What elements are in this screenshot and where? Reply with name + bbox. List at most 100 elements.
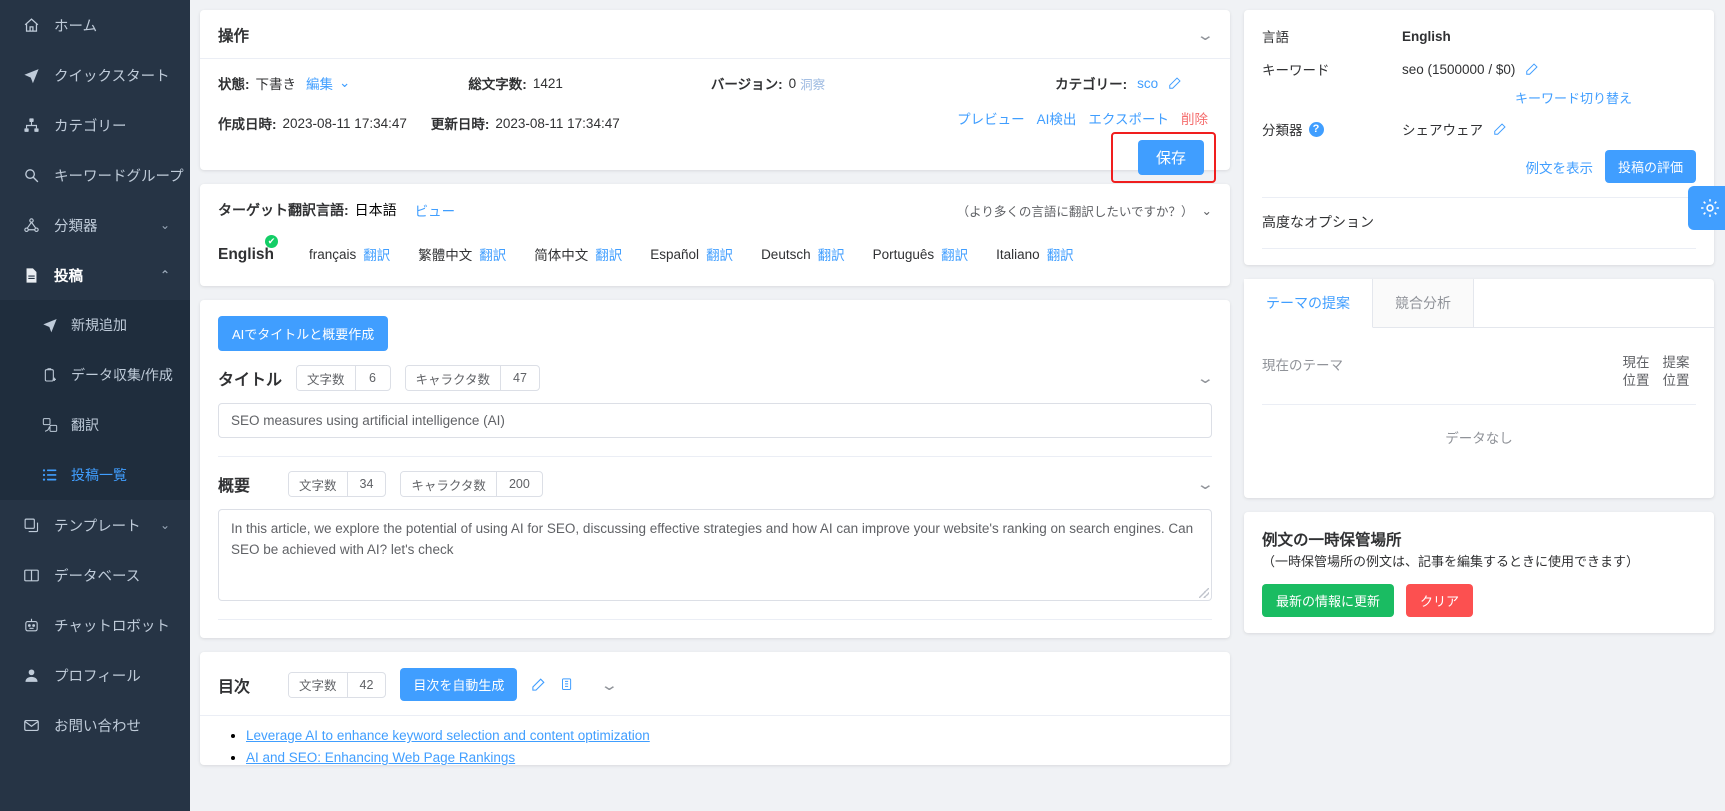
pencil-icon[interactable] xyxy=(1168,76,1182,90)
help-icon[interactable]: ? xyxy=(1308,121,1324,137)
toc-header: 目次 文字数 42 目次を自動生成 ⌄ xyxy=(200,652,1230,716)
char-count-label: 総文字数: xyxy=(468,77,527,92)
sidebar-item-translate[interactable]: 翻訳 xyxy=(0,400,190,450)
more-languages-toggle[interactable]: （より多くの言語に翻訳したいですか？） ⌄ xyxy=(957,201,1212,220)
sidebar-item-label: キーワードグループ xyxy=(54,168,184,185)
chevron-down-icon[interactable]: ⌄ xyxy=(1196,475,1215,493)
category-value[interactable]: sco xyxy=(1137,76,1158,91)
sidebar-item-data-collection[interactable]: データ収集/作成 xyxy=(0,350,190,400)
sidebar-subitem-label: 新規追加 xyxy=(71,317,127,333)
delete-link[interactable]: 削除 xyxy=(1181,108,1208,128)
keyword-switch-row: キーワード切り替え xyxy=(1262,88,1696,107)
sidebar-item-home[interactable]: ホーム xyxy=(0,0,190,50)
sidebar-item-label: チャットロボット xyxy=(54,618,170,635)
translate-link[interactable]: 翻訳 xyxy=(595,244,622,264)
show-examples-link[interactable]: 例文を表示 xyxy=(1525,157,1593,177)
language-row: 言語 English xyxy=(1262,26,1696,46)
ai-detect-link[interactable]: AI検出 xyxy=(1037,108,1077,128)
copy-icon[interactable] xyxy=(560,677,575,692)
operation-meta-row: 状態: 下書き 編集 ⌄ 総文字数: 1421 バージョン: 0 洞察 カテゴリ… xyxy=(200,59,1230,93)
category-label: カテゴリー: xyxy=(1055,77,1128,92)
document-icon xyxy=(20,267,42,284)
language-chip-portugues: Português 翻訳 xyxy=(873,244,969,264)
sidebar-item-label: プロフィール xyxy=(54,668,141,685)
tab-theme-suggestion[interactable]: テーマの提案 xyxy=(1244,279,1373,328)
advanced-options-row[interactable]: 高度なオプション › xyxy=(1262,198,1696,246)
insight-link[interactable]: 洞察 xyxy=(800,74,825,93)
operation-card-header: 操作 ⌄ xyxy=(200,10,1230,59)
post-info-card: 言語 English キーワード seo (1500000 / $0) キーワー… xyxy=(1244,10,1725,265)
counter-value: 47 xyxy=(513,371,527,385)
clear-button[interactable]: クリア xyxy=(1406,583,1474,617)
target-language-label: ターゲット翻訳言語: xyxy=(218,202,349,218)
pencil-icon[interactable] xyxy=(531,677,546,692)
language-chip-english[interactable]: English ✔ xyxy=(218,235,281,264)
translate-link[interactable]: 翻訳 xyxy=(941,244,968,264)
chevron-down-icon[interactable]: ⌄ xyxy=(1196,26,1215,44)
toc-link[interactable]: Leverage AI to enhance keyword selection… xyxy=(246,728,650,743)
sidebar-item-template[interactable]: テンプレート ⌄ xyxy=(0,500,190,550)
clipboard-plus-icon xyxy=(40,367,60,383)
export-link[interactable]: エクスポート xyxy=(1088,108,1169,128)
sidebar-item-classifier[interactable]: 分類器 ⌄ xyxy=(0,200,190,250)
copy-icon xyxy=(20,517,42,534)
send-icon xyxy=(40,317,60,333)
column-line-2: 位置 xyxy=(1622,373,1650,389)
generate-toc-button[interactable]: 目次を自動生成 xyxy=(400,668,518,701)
pencil-icon[interactable] xyxy=(1493,122,1507,136)
list-item: Leverage AI to enhance keyword selection… xyxy=(246,728,1212,743)
robot-icon xyxy=(20,617,42,634)
sidebar-item-new-post[interactable]: 新規追加 xyxy=(0,300,190,350)
gear-icon[interactable] xyxy=(1688,186,1725,230)
preview-link[interactable]: プレビュー xyxy=(957,108,1025,128)
sidebar-item-posts[interactable]: 投稿 ⌃ xyxy=(0,250,190,300)
target-language-value: 日本語 xyxy=(354,202,397,218)
keyword-switch-link[interactable]: キーワード切り替え xyxy=(1515,88,1632,107)
current-theme-label: 現在のテーマ xyxy=(1262,358,1343,373)
language-name: 简体中文 xyxy=(534,248,589,263)
translate-link[interactable]: 翻訳 xyxy=(479,244,506,264)
sidebar: ホーム クイックスタート カテゴリー キーワードグループ ⌄ 分類器 xyxy=(0,0,190,811)
sidebar-item-chatbot[interactable]: チャットロボット xyxy=(0,600,190,650)
chevron-down-icon: ⌄ xyxy=(159,518,170,532)
translate-link[interactable]: 翻訳 xyxy=(363,244,390,264)
edit-status-link[interactable]: 編集 xyxy=(306,73,333,93)
classifier-row: 分類器 ? シェアウェア xyxy=(1262,119,1696,139)
sidebar-item-contact[interactable]: お問い合わせ xyxy=(0,700,190,750)
status-value: 下書き xyxy=(255,77,297,92)
save-button[interactable]: 保存 xyxy=(1137,140,1204,175)
translate-link[interactable]: 翻訳 xyxy=(818,244,845,264)
sidebar-item-quickstart[interactable]: クイックスタート xyxy=(0,50,190,100)
more-languages-label: （より多くの言語に翻訳したいですか？） xyxy=(956,204,1194,219)
divider xyxy=(1262,248,1696,249)
ai-generate-title-summary-button[interactable]: AIでタイトルと概要作成 xyxy=(218,316,389,351)
summary-textarea[interactable]: In this article, we explore the potentia… xyxy=(218,509,1212,601)
pencil-icon[interactable] xyxy=(1525,62,1539,76)
language-name: Português xyxy=(872,246,935,262)
sidebar-item-label: 投稿 xyxy=(54,268,83,285)
translate-link[interactable]: 翻訳 xyxy=(706,244,733,264)
chevron-down-icon[interactable]: ⌄ xyxy=(339,75,350,91)
view-link[interactable]: ビュー xyxy=(415,200,456,220)
language-chip-italiano: Italiano 翻訳 xyxy=(996,244,1074,264)
toc-link[interactable]: AI and SEO: Enhancing Web Page Rankings xyxy=(246,750,515,765)
sidebar-item-keyword-group[interactable]: キーワードグループ ⌄ xyxy=(0,150,190,200)
toc-label: 目次 xyxy=(218,678,251,696)
counter-label: キャラクタ数 xyxy=(401,472,497,496)
sidebar-item-profile[interactable]: プロフィール xyxy=(0,650,190,700)
sidebar-item-category[interactable]: カテゴリー xyxy=(0,100,190,150)
tab-competitive-analysis[interactable]: 競合分析 xyxy=(1373,279,1474,327)
status-label: 状態: xyxy=(218,77,250,92)
chevron-down-icon[interactable]: ⌄ xyxy=(1196,369,1215,387)
sidebar-item-label: データベース xyxy=(54,568,141,585)
resize-handle[interactable] xyxy=(1199,588,1209,598)
title-input[interactable]: SEO measures using artificial intelligen… xyxy=(218,403,1212,438)
sidebar-item-post-list[interactable]: 投稿一覧 xyxy=(0,450,190,500)
translate-link[interactable]: 翻訳 xyxy=(1047,244,1074,264)
evaluate-post-button[interactable]: 投稿の評価 xyxy=(1604,150,1696,183)
refresh-button[interactable]: 最新の情報に更新 xyxy=(1262,583,1395,617)
sidebar-item-label: カテゴリー xyxy=(54,118,127,135)
sidebar-item-database[interactable]: データベース xyxy=(0,550,190,600)
chevron-down-icon[interactable]: ⌄ xyxy=(600,676,619,694)
translation-card: ターゲット翻訳言語: 日本語 ビュー （より多くの言語に翻訳したいですか？） ⌄… xyxy=(200,184,1230,286)
